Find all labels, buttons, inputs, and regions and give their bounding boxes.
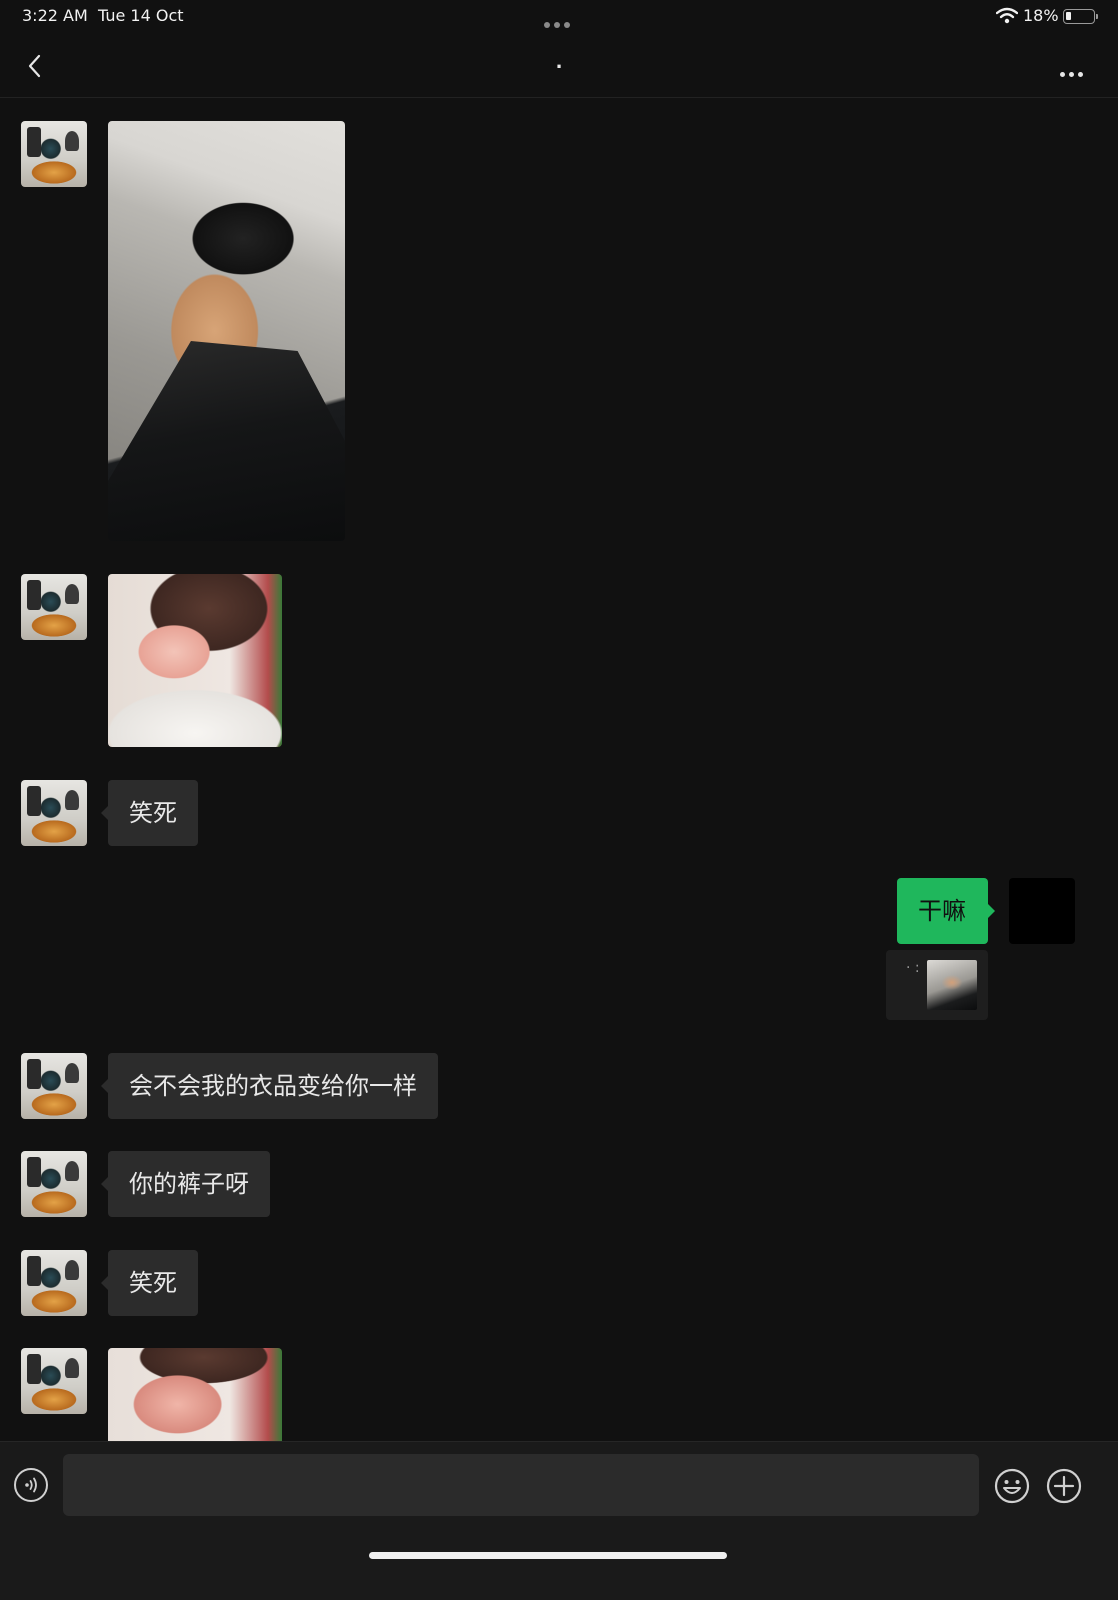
contact-avatar[interactable]	[21, 574, 87, 640]
ellipsis-icon	[1060, 72, 1065, 77]
input-bar	[0, 1441, 1118, 1600]
contact-avatar[interactable]	[21, 1348, 87, 1414]
self-avatar[interactable]	[1009, 878, 1075, 944]
quoted-message[interactable]: · :	[886, 950, 988, 1020]
contact-avatar[interactable]	[21, 1053, 87, 1119]
image-message-leg-photo[interactable]	[108, 121, 345, 541]
voice-icon	[25, 1477, 37, 1493]
more-options-button[interactable]	[1060, 62, 1090, 77]
contact-avatar[interactable]	[21, 1151, 87, 1217]
message-bubble-incoming[interactable]: 笑死	[101, 1250, 198, 1316]
message-input[interactable]	[63, 1454, 979, 1516]
chat-header: .	[0, 34, 1118, 98]
contact-avatar[interactable]	[21, 780, 87, 846]
emoji-button[interactable]	[994, 1468, 1030, 1504]
chat-title: .	[555, 52, 563, 73]
wifi-icon	[995, 7, 1019, 25]
message-bubble-incoming[interactable]: 会不会我的衣品变给你一样	[101, 1053, 438, 1119]
status-date: Tue 14 Oct	[98, 6, 184, 25]
quote-text: · :	[906, 960, 920, 976]
more-actions-button[interactable]	[1046, 1468, 1082, 1504]
battery-percent: 18%	[1023, 6, 1059, 25]
emoji-icon	[994, 1468, 1030, 1504]
voice-input-button[interactable]	[14, 1468, 48, 1502]
home-indicator[interactable]	[369, 1552, 727, 1559]
message-bubble-incoming[interactable]: 笑死	[101, 780, 198, 846]
quote-thumbnail	[927, 960, 977, 1010]
contact-avatar[interactable]	[21, 1250, 87, 1316]
status-time: 3:22 AM	[22, 6, 88, 25]
multitasking-dots-icon[interactable]	[544, 13, 574, 28]
image-message-girl-photo-2[interactable]	[108, 1348, 282, 1442]
message-bubble-outgoing[interactable]: 干嘛	[897, 878, 995, 944]
contact-avatar[interactable]	[21, 121, 87, 187]
message-bubble-incoming[interactable]: 你的裤子呀	[101, 1151, 270, 1217]
battery-icon	[1063, 9, 1098, 24]
status-bar: 3:22 AM Tue 14 Oct 18%	[0, 0, 1118, 34]
plus-circle-icon	[1046, 1468, 1082, 1504]
image-message-girl-photo[interactable]	[108, 574, 282, 747]
